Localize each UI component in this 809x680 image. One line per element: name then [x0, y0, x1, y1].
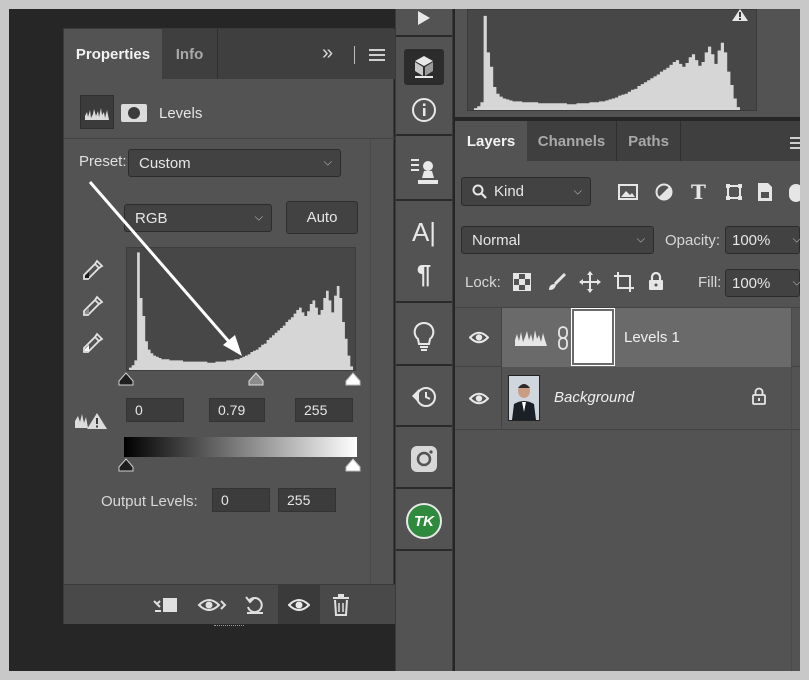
filter-pixel-icon[interactable]: [618, 184, 638, 200]
histogram-panel: [455, 9, 800, 117]
lock-image-pixels-icon[interactable]: [547, 272, 567, 292]
filter-smart-object-icon[interactable]: [757, 182, 773, 202]
photoshop-window: Properties Info » Levels Preset: Custom …: [9, 9, 800, 671]
tk-logo-icon[interactable]: TK: [396, 501, 452, 541]
separator: [396, 549, 452, 551]
blend-mode-value: Normal: [472, 231, 521, 249]
opacity-value: 100%: [732, 231, 771, 249]
background-photo-thumbnail: [508, 375, 540, 421]
chevron-down-icon: ⌵: [792, 276, 800, 289]
lock-label: Lock:: [465, 274, 501, 291]
character-icon[interactable]: A|: [396, 215, 452, 249]
lock-position-icon[interactable]: [579, 271, 601, 293]
vertical-toolbar: A| ¶ TK: [395, 9, 453, 671]
filter-adjustment-icon[interactable]: [655, 183, 673, 201]
blend-mode-dropdown[interactable]: Normal ⌵: [461, 226, 654, 254]
separator: [396, 425, 452, 427]
layer-visibility-eye-icon[interactable]: [469, 392, 489, 405]
filter-kind-dropdown[interactable]: Kind ⌵: [461, 177, 591, 206]
filter-kind-value: Kind: [494, 183, 525, 200]
separator: [396, 199, 452, 201]
mask-link-icon[interactable]: [557, 326, 569, 350]
opacity-field[interactable]: 100% ⌵: [725, 226, 800, 254]
lock-transparent-pixels-icon[interactable]: [513, 273, 531, 291]
separator: [396, 487, 452, 489]
chevron-down-icon: ⌵: [792, 233, 800, 246]
layer-name: Levels 1: [624, 329, 680, 346]
filter-shape-icon[interactable]: [725, 183, 743, 201]
separator: [396, 134, 452, 136]
3d-cube-icon[interactable]: [396, 47, 452, 87]
histogram-preview: [467, 9, 757, 111]
layers-tab-bar: Layers Channels Paths: [455, 121, 800, 161]
layer-row-levels[interactable]: Levels 1: [455, 307, 800, 368]
light-bulb-icon[interactable]: [396, 317, 452, 357]
opacity-label: Opacity:: [665, 232, 721, 249]
search-icon: [472, 184, 487, 199]
filter-type-icon[interactable]: T: [691, 180, 706, 204]
paragraph-icon[interactable]: ¶: [396, 257, 452, 291]
separator: [396, 301, 452, 303]
lock-artboard-icon[interactable]: [613, 271, 635, 293]
filter-toggle[interactable]: [789, 184, 800, 202]
play-icon[interactable]: [396, 9, 452, 27]
tab-paths[interactable]: Paths: [617, 121, 681, 161]
layers-scroll-strip: [791, 307, 792, 671]
layers-panel: Layers Channels Paths Kind ⌵ T Normal ⌵ …: [455, 121, 800, 671]
tab-layers[interactable]: Layers: [455, 121, 527, 161]
history-icon[interactable]: [396, 379, 452, 415]
chevron-down-icon: ⌵: [636, 233, 645, 246]
panel-menu-icon[interactable]: [790, 137, 800, 149]
layer-name: Background: [554, 389, 635, 406]
levels-adjustment-thumbnail-icon: [515, 328, 547, 346]
lock-all-icon[interactable]: [648, 271, 664, 291]
fill-value: 100%: [732, 274, 771, 292]
histogram-preview-graph: [474, 15, 740, 110]
paragraph-styles-icon[interactable]: [396, 153, 452, 189]
separator: [396, 35, 452, 37]
layer-lock-icon: [752, 387, 766, 405]
tab-paths-label: Paths: [628, 132, 669, 150]
histogram-area: [474, 15, 740, 110]
fill-field[interactable]: 100% ⌵: [725, 269, 800, 297]
layer-row-divider: [501, 367, 502, 430]
tab-channels-label: Channels: [537, 132, 606, 150]
tab-channels[interactable]: Channels: [527, 121, 617, 161]
instagram-icon[interactable]: [396, 441, 452, 477]
chevron-down-icon: ⌵: [573, 185, 582, 197]
layer-row-background[interactable]: Background: [455, 367, 800, 430]
cache-warning-icon[interactable]: [731, 9, 749, 21]
fill-label: Fill:: [698, 274, 722, 291]
layer-visibility-eye-icon[interactable]: [469, 331, 489, 344]
tab-layers-label: Layers: [466, 132, 516, 150]
separator: [396, 364, 452, 366]
layer-mask-thumbnail[interactable]: [571, 308, 615, 366]
info-icon[interactable]: [396, 93, 452, 127]
